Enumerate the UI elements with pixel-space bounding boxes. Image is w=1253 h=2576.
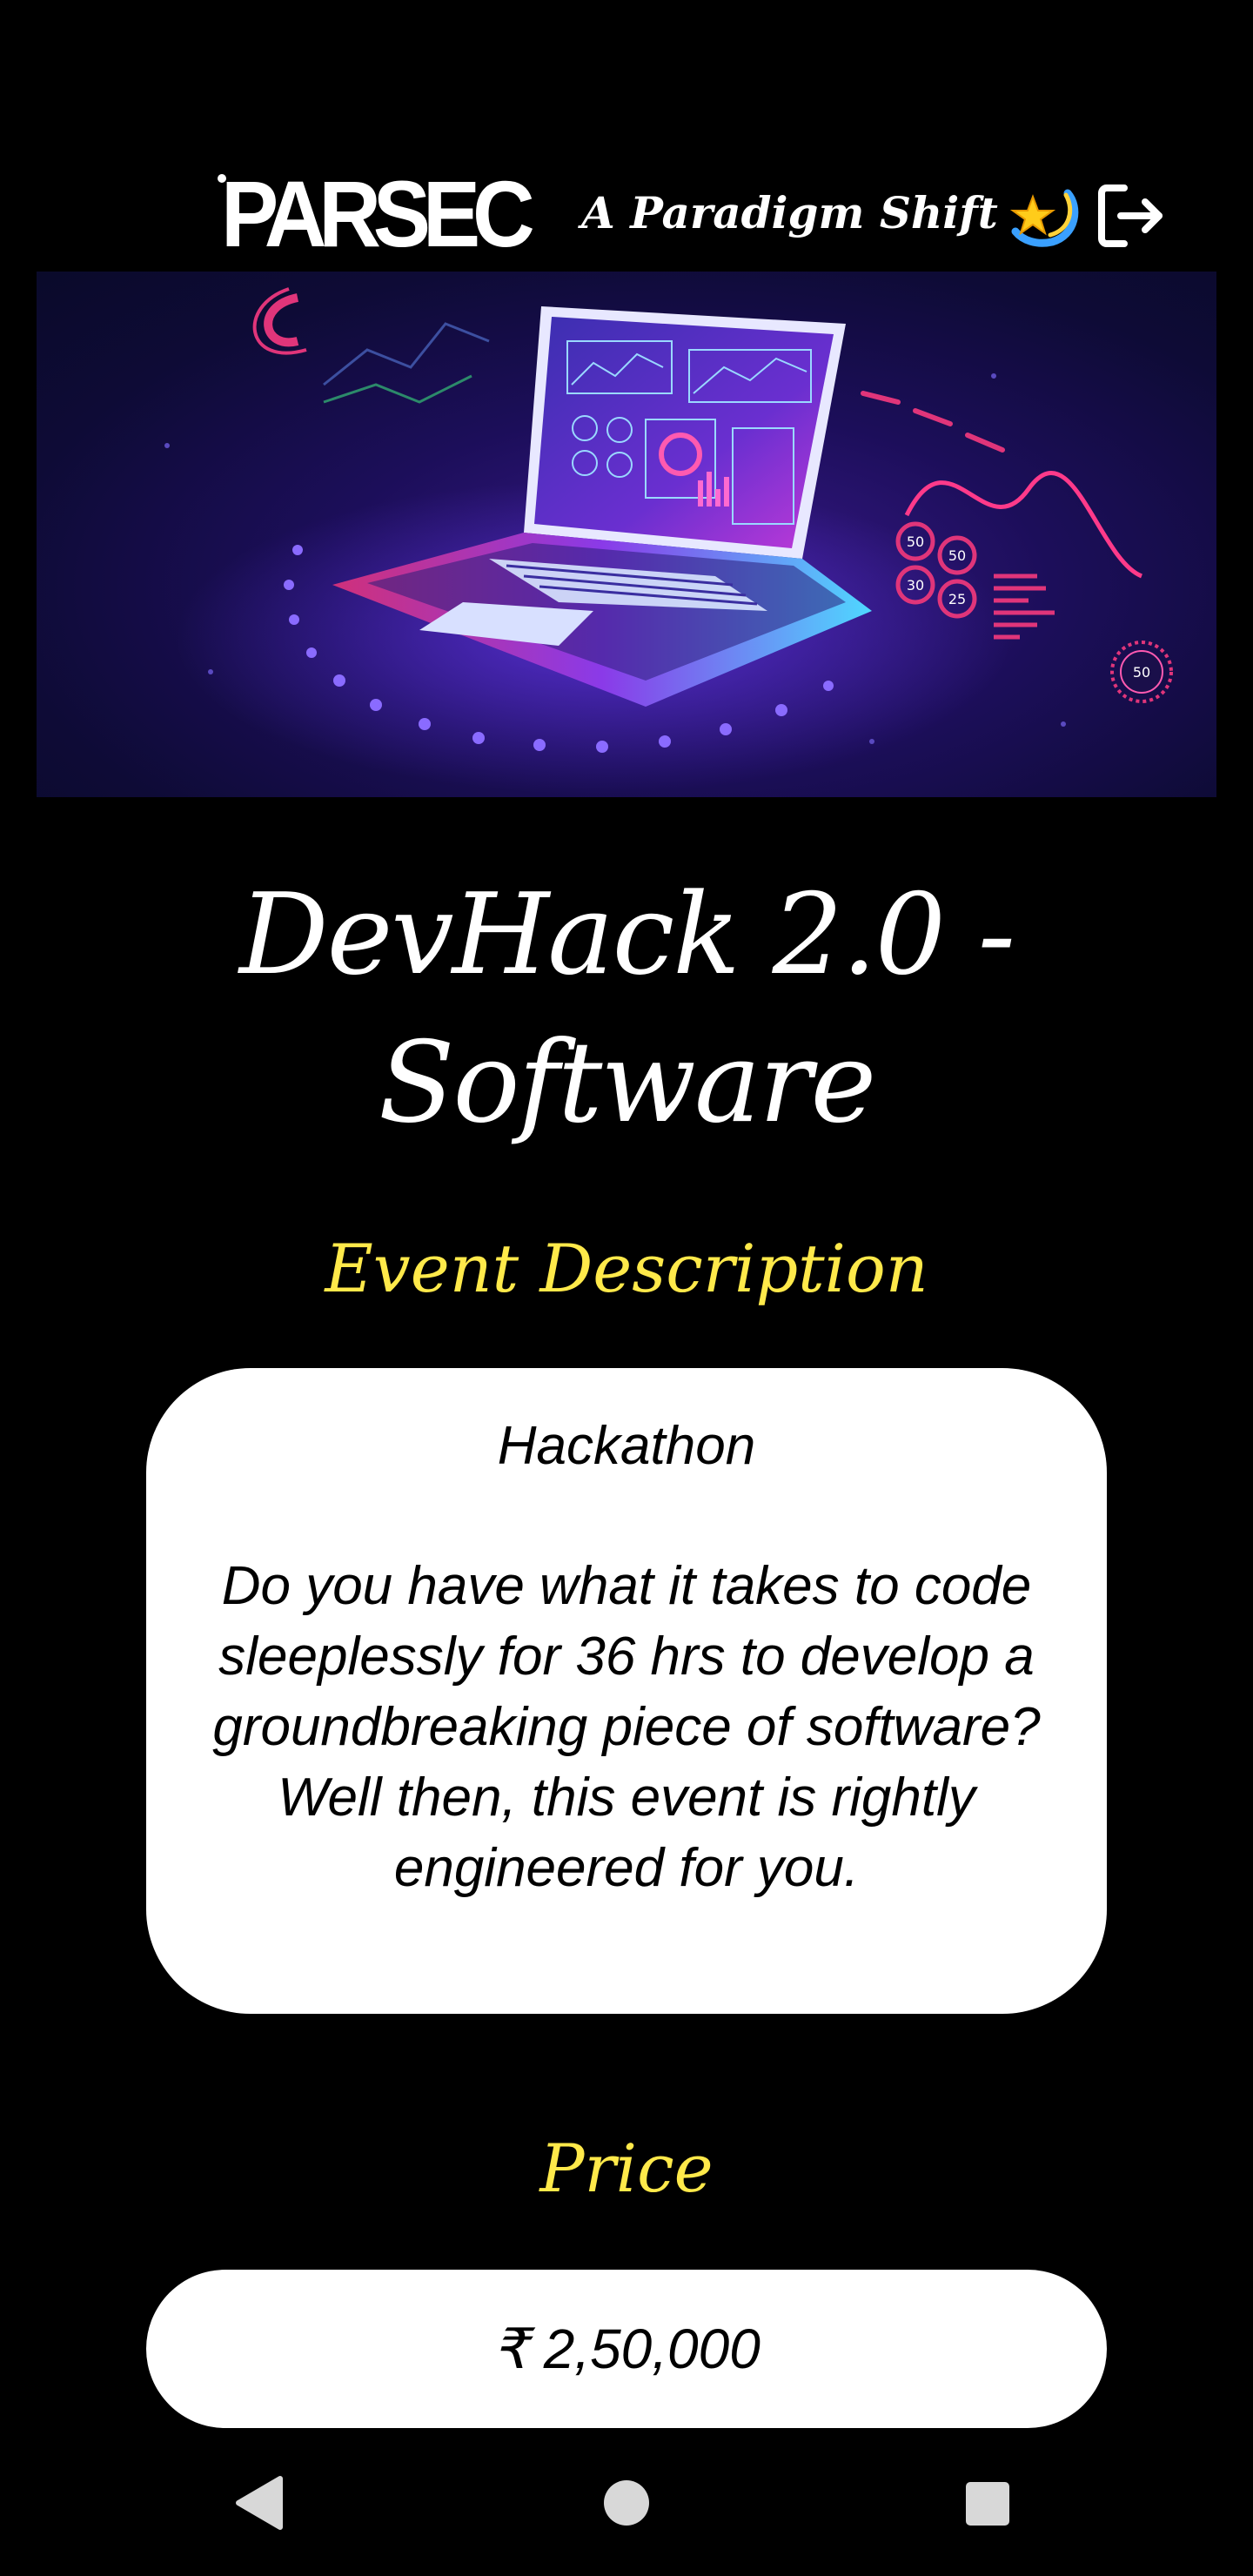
event-title: DevHack 2.0 - Software — [238, 870, 1015, 1148]
logout-button[interactable] — [1095, 179, 1168, 252]
parsec-logo: PARSEC — [216, 164, 535, 263]
event-description-text: Do you have what it takes to code sleepl… — [212, 1556, 1041, 1898]
price-value: ₹ 2,50,000 — [492, 2318, 761, 2380]
app-header: PARSEC A Paradigm Shift — [0, 131, 1253, 287]
home-circle-icon[interactable] — [557, 2437, 696, 2576]
system-navigation-bar — [0, 2437, 1253, 2576]
recents-square-icon[interactable] — [917, 2437, 1056, 2576]
event-description-card: Hackathon Do you have what it takes to c… — [146, 1368, 1107, 2014]
price-card: ₹ 2,50,000 — [146, 2270, 1107, 2428]
tagline-text: A Paradigm Shift — [581, 187, 998, 238]
logo-text: PARSEC — [221, 161, 535, 266]
gauge-label: 50 — [1133, 664, 1150, 681]
tagline: A Paradigm Shift — [581, 183, 1080, 247]
price-heading: Price — [539, 2130, 714, 2207]
event-type: Hackathon — [497, 1416, 756, 1476]
event-banner-image: 50 50 30 25 50 — [37, 272, 1216, 797]
back-triangle-icon[interactable] — [193, 2437, 332, 2576]
shooting-star-icon — [1009, 189, 1079, 247]
laptop-illustration: 50 50 30 25 50 — [164, 287, 1173, 794]
event-description-heading: Event Description — [325, 1230, 928, 1307]
gauge-label: 25 — [948, 591, 966, 607]
gauge-label: 50 — [907, 533, 924, 550]
gauge-label: 50 — [948, 547, 966, 564]
gauge-label: 30 — [907, 577, 924, 594]
